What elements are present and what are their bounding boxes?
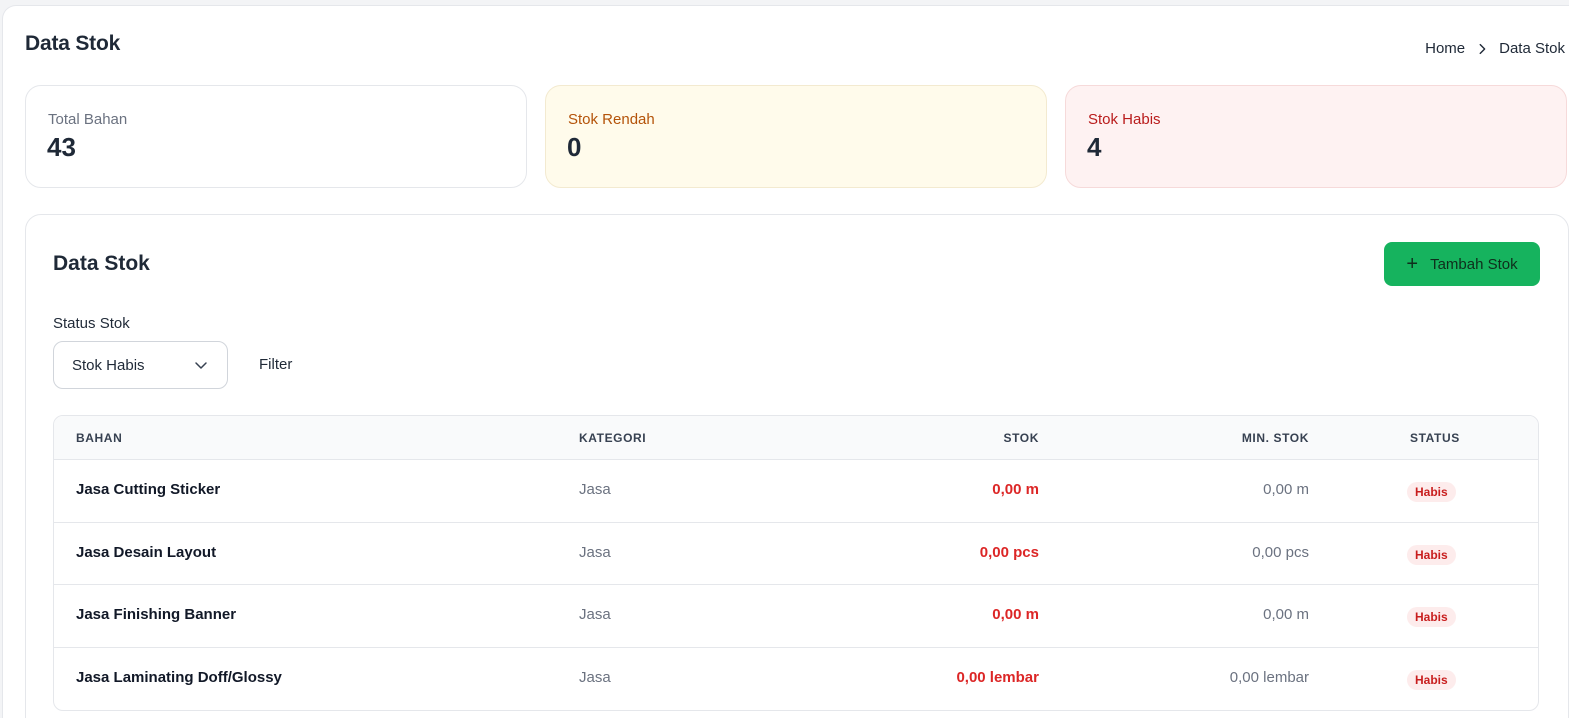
cell-bahan: Jasa Finishing Banner — [76, 606, 237, 623]
cell-min-stok: 0,00 pcs — [1252, 543, 1309, 561]
panel-title: Data Stok — [53, 252, 150, 275]
cell-bahan: Jasa Laminating Doff/Glossy — [76, 668, 282, 686]
breadcrumb-current: Data Stok — [1499, 40, 1565, 57]
filter-button[interactable]: Filter — [259, 356, 292, 373]
cell-kategori: Jasa — [579, 481, 611, 498]
cell-kategori: Jasa — [579, 543, 611, 561]
breadcrumb: Home Data Stok — [1425, 40, 1565, 57]
cell-min-stok: 0,00 m — [1263, 481, 1309, 498]
summary-card-stok-rendah: Stok Rendah 0 — [545, 85, 1047, 188]
chevron-right-icon — [1479, 43, 1486, 54]
stock-table: BAHAN KATEGORI STOK MIN. STOK STATUS Jas… — [53, 415, 1539, 711]
table-row[interactable]: Jasa Finishing Banner Jasa 0,00 m 0,00 m… — [54, 585, 1538, 648]
cell-kategori: Jasa — [579, 606, 611, 623]
status-filter-label: Status Stok — [53, 315, 130, 332]
summary-card-value: 43 — [47, 132, 76, 162]
column-header-min-stok[interactable]: MIN. STOK — [1242, 431, 1309, 445]
status-badge: Habis — [1407, 482, 1456, 502]
add-stock-button[interactable]: + Tambah Stok — [1384, 242, 1540, 286]
column-header-status[interactable]: STATUS — [1410, 431, 1460, 445]
cell-bahan: Jasa Desain Layout — [76, 543, 217, 561]
cell-stok: 0,00 pcs — [979, 543, 1039, 561]
summary-card-stok-habis: Stok Habis 4 — [1065, 85, 1567, 188]
summary-card-label: Stok Rendah — [568, 111, 655, 128]
page-container: Data Stok Home Data Stok Total Bahan 43 … — [2, 5, 1569, 718]
table-row[interactable]: Jasa Laminating Doff/Glossy Jasa 0,00 le… — [54, 648, 1538, 711]
cell-stok: 0,00 m — [992, 606, 1039, 623]
page-title: Data Stok — [25, 32, 121, 55]
summary-card-value: 0 — [567, 132, 582, 162]
cell-stok: 0,00 m — [992, 481, 1039, 498]
column-header-bahan[interactable]: BAHAN — [76, 431, 122, 445]
chevron-down-icon — [195, 362, 207, 369]
cell-stok: 0,00 lembar — [956, 668, 1039, 686]
status-badge: Habis — [1407, 544, 1456, 565]
table-header: BAHAN KATEGORI STOK MIN. STOK STATUS — [54, 416, 1538, 460]
summary-cards: Total Bahan 43 Stok Rendah 0 Stok Habis … — [25, 85, 1567, 188]
status-badge: Habis — [1407, 607, 1456, 627]
add-stock-button-label: Tambah Stok — [1430, 255, 1518, 273]
column-header-kategori[interactable]: KATEGORI — [579, 431, 646, 445]
summary-card-total-bahan: Total Bahan 43 — [25, 85, 527, 188]
summary-card-value: 4 — [1087, 132, 1102, 162]
cell-kategori: Jasa — [579, 668, 611, 686]
stock-panel: Data Stok + Tambah Stok Status Stok Stok… — [25, 214, 1569, 718]
status-badge: Habis — [1407, 669, 1456, 690]
plus-icon: + — [1406, 253, 1419, 275]
table-row[interactable]: Jasa Cutting Sticker Jasa 0,00 m 0,00 m … — [54, 460, 1538, 523]
summary-card-label: Stok Habis — [1088, 111, 1161, 128]
status-filter-select[interactable]: Stok Habis — [53, 341, 228, 389]
cell-min-stok: 0,00 m — [1263, 606, 1309, 623]
breadcrumb-home-link[interactable]: Home — [1425, 40, 1465, 57]
column-header-stok[interactable]: STOK — [1003, 431, 1039, 445]
summary-card-label: Total Bahan — [48, 111, 128, 128]
table-row[interactable]: Jasa Desain Layout Jasa 0,00 pcs 0,00 pc… — [54, 523, 1538, 585]
status-filter-value: Stok Habis — [72, 356, 145, 374]
cell-min-stok: 0,00 lembar — [1229, 668, 1309, 686]
cell-bahan: Jasa Cutting Sticker — [76, 481, 221, 498]
